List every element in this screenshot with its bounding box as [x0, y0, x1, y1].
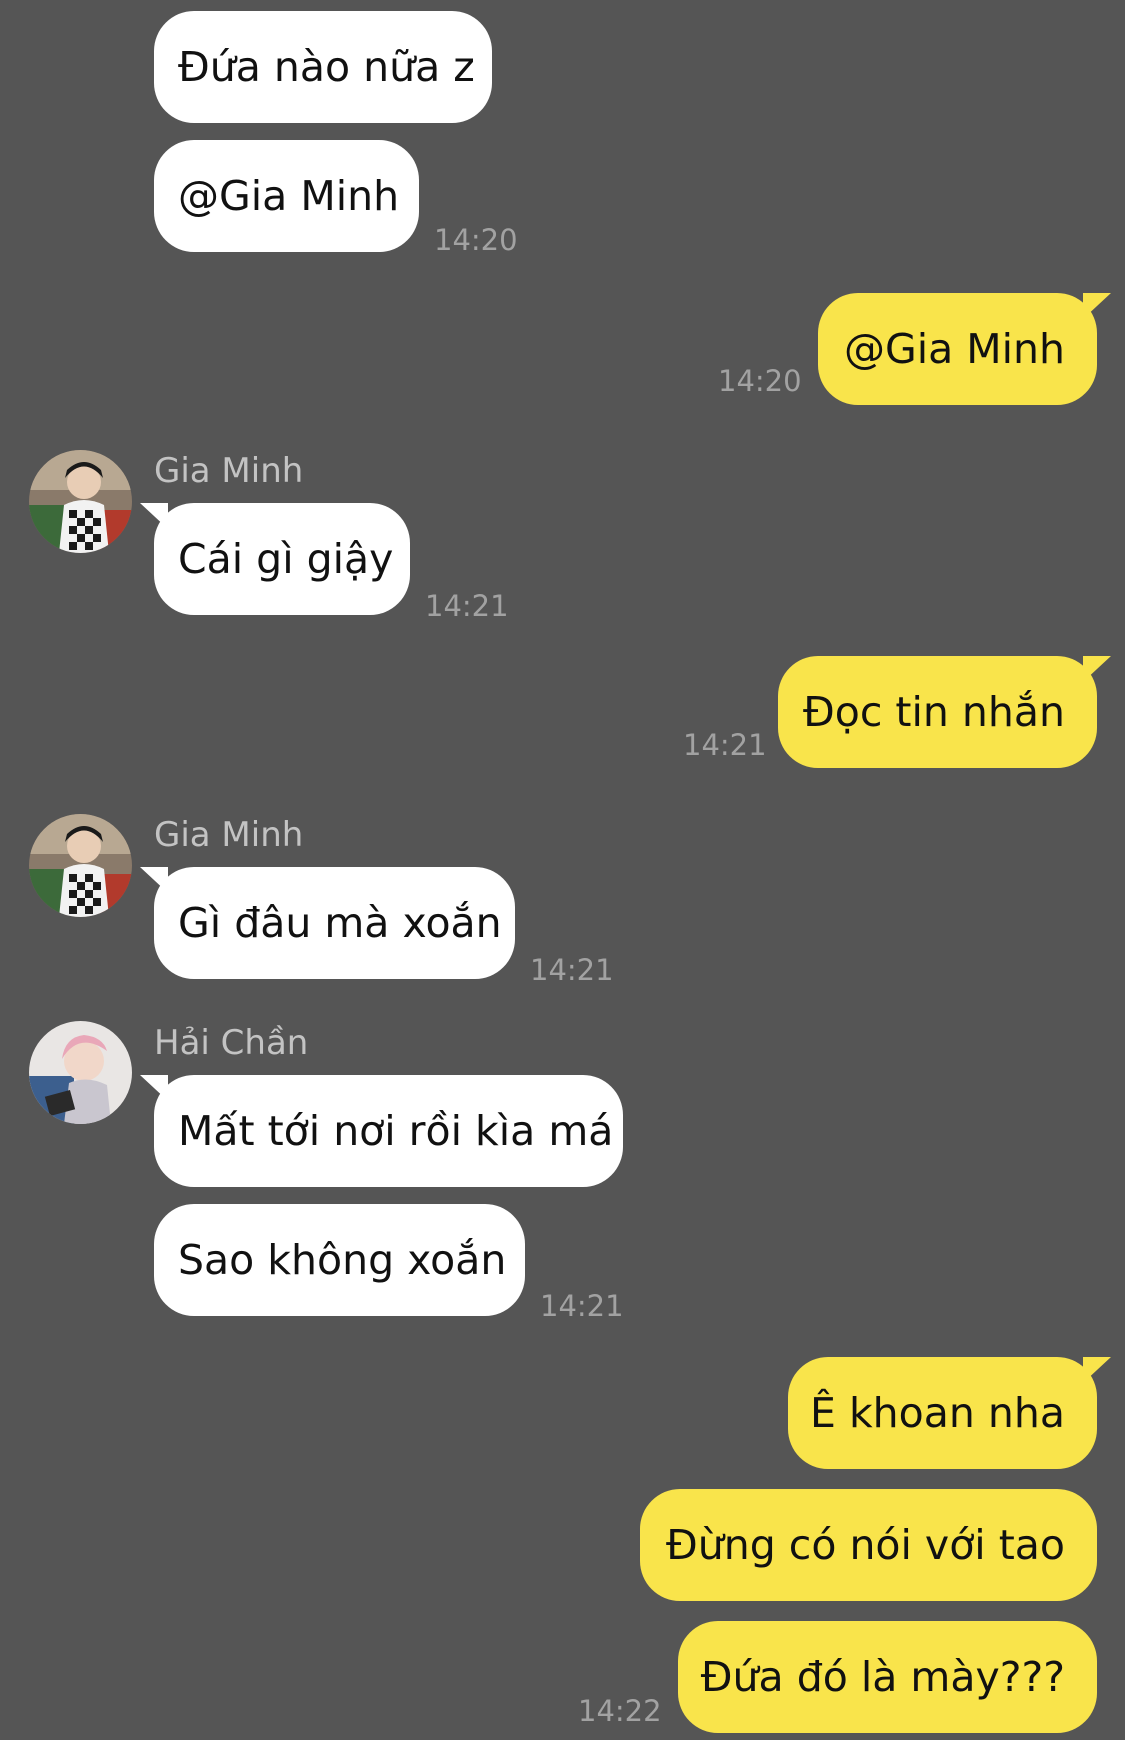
- message-text: Đứa nào nữa z: [178, 43, 475, 91]
- message-text: Gì đâu mà xoắn: [178, 899, 502, 947]
- bubble-tail: [140, 867, 168, 893]
- message-bubble[interactable]: Sao không xoắn: [154, 1204, 525, 1316]
- message-bubble[interactable]: @Gia Minh: [154, 140, 419, 252]
- message-time: 14:21: [530, 953, 614, 987]
- message-text: Đọc tin nhắn: [803, 688, 1065, 736]
- message-bubble[interactable]: Mất tới nơi rồi kìa má: [140, 1075, 623, 1187]
- bubble-tail: [140, 1075, 168, 1101]
- bubble-tail: [140, 503, 168, 529]
- avatar[interactable]: [29, 450, 132, 553]
- bubble-tail: [1083, 1357, 1111, 1383]
- message-bubble[interactable]: Gì đâu mà xoắn: [140, 867, 515, 979]
- avatar[interactable]: [29, 814, 132, 917]
- message-text: Sao không xoắn: [178, 1236, 507, 1284]
- user-avatar-icon: [29, 814, 132, 917]
- message-bubble[interactable]: Cái gì giậy: [140, 503, 410, 615]
- message-bubble[interactable]: Đừng có nói với tao: [640, 1489, 1097, 1601]
- message-bubble[interactable]: Đứa nào nữa z: [154, 11, 492, 123]
- message-time: 14:21: [425, 589, 509, 623]
- bubble-tail: [1083, 293, 1111, 319]
- message-text: Đừng có nói với tao: [665, 1521, 1065, 1569]
- message-time: 14:21: [540, 1289, 624, 1323]
- message-bubble[interactable]: @Gia Minh: [818, 293, 1111, 405]
- message-time: 14:21: [683, 728, 767, 762]
- message-bubble[interactable]: Đọc tin nhắn: [778, 656, 1111, 768]
- message-bubble[interactable]: Đứa đó là mày???: [678, 1621, 1097, 1733]
- sender-name: Gia Minh: [154, 815, 304, 855]
- avatar[interactable]: [29, 1021, 132, 1124]
- message-text: Đứa đó là mày???: [700, 1653, 1065, 1701]
- sender-name: Hải Chần: [154, 1023, 309, 1063]
- user-avatar-icon: [29, 450, 132, 553]
- message-text: Mất tới nơi rồi kìa má: [178, 1107, 614, 1155]
- message-time: 14:20: [718, 364, 802, 398]
- message-text: @Gia Minh: [178, 172, 400, 220]
- message-text: @Gia Minh: [843, 325, 1065, 373]
- bubble-tail: [1083, 656, 1111, 682]
- chat-conversation[interactable]: Đứa nào nữa z @Gia Minh 14:20 14:20 @Gia…: [0, 0, 1125, 1740]
- message-time: 14:20: [434, 223, 518, 257]
- message-time: 14:22: [578, 1694, 662, 1728]
- sender-name: Gia Minh: [154, 451, 304, 491]
- message-text: Ê khoan nha: [810, 1389, 1065, 1437]
- user-avatar-icon: [29, 1021, 132, 1124]
- message-text: Cái gì giậy: [178, 535, 394, 583]
- message-bubble[interactable]: Ê khoan nha: [788, 1357, 1111, 1469]
